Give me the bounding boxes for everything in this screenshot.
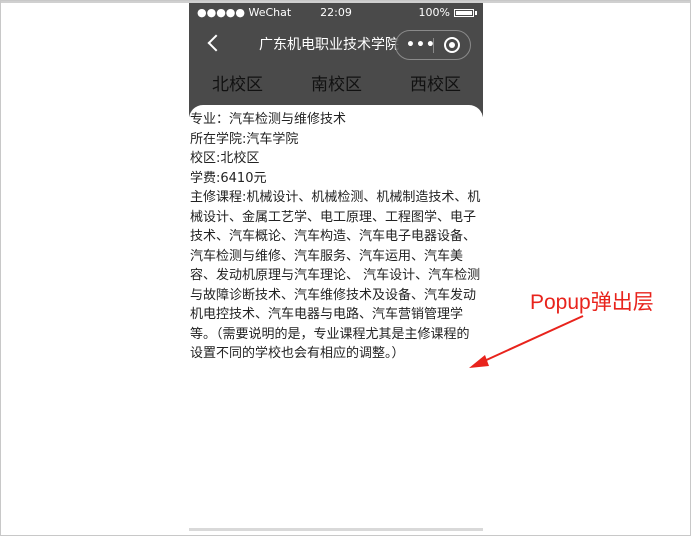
- campus-name: 校区:北校区: [190, 151, 260, 166]
- main-courses: 主修课程:机械设计、机械检测、机械制造技术、机械设计、金属工艺学、电工原理、工程…: [190, 190, 481, 361]
- capsule-divider: [433, 38, 434, 53]
- college-name: 所在学院:汽车学院: [190, 131, 299, 147]
- miniprogram-capsule: •••: [395, 30, 471, 60]
- tuition-fee: 学费:6410元: [190, 170, 267, 186]
- phone-screen: ●●●●● WeChat 22:09 100% 广东机电职业技术学院 ••• 北…: [189, 3, 483, 531]
- screenshot-canvas: ●●●●● WeChat 22:09 100% 广东机电职业技术学院 ••• 北…: [0, 0, 691, 536]
- more-menu-button[interactable]: •••: [406, 31, 436, 59]
- major-name: 专业：汽车检测与维修技术: [190, 112, 347, 127]
- status-bar: ●●●●● WeChat 22:09 100%: [189, 3, 483, 23]
- battery-icon: [454, 9, 474, 17]
- close-miniprogram-icon[interactable]: [444, 37, 460, 53]
- popup-layer: 专业：汽车检测与维修技术 所在学院:汽车学院 校区:北校区 学费:6410元 主…: [189, 105, 483, 528]
- battery-tip-icon: [475, 11, 477, 15]
- navigation-bar: 广东机电职业技术学院 •••: [189, 23, 483, 67]
- status-right: 100%: [419, 3, 477, 23]
- back-chevron-icon[interactable]: [207, 34, 225, 52]
- battery-percent: 100%: [418, 6, 450, 19]
- popup-annotation-label: Popup弹出层: [530, 291, 654, 314]
